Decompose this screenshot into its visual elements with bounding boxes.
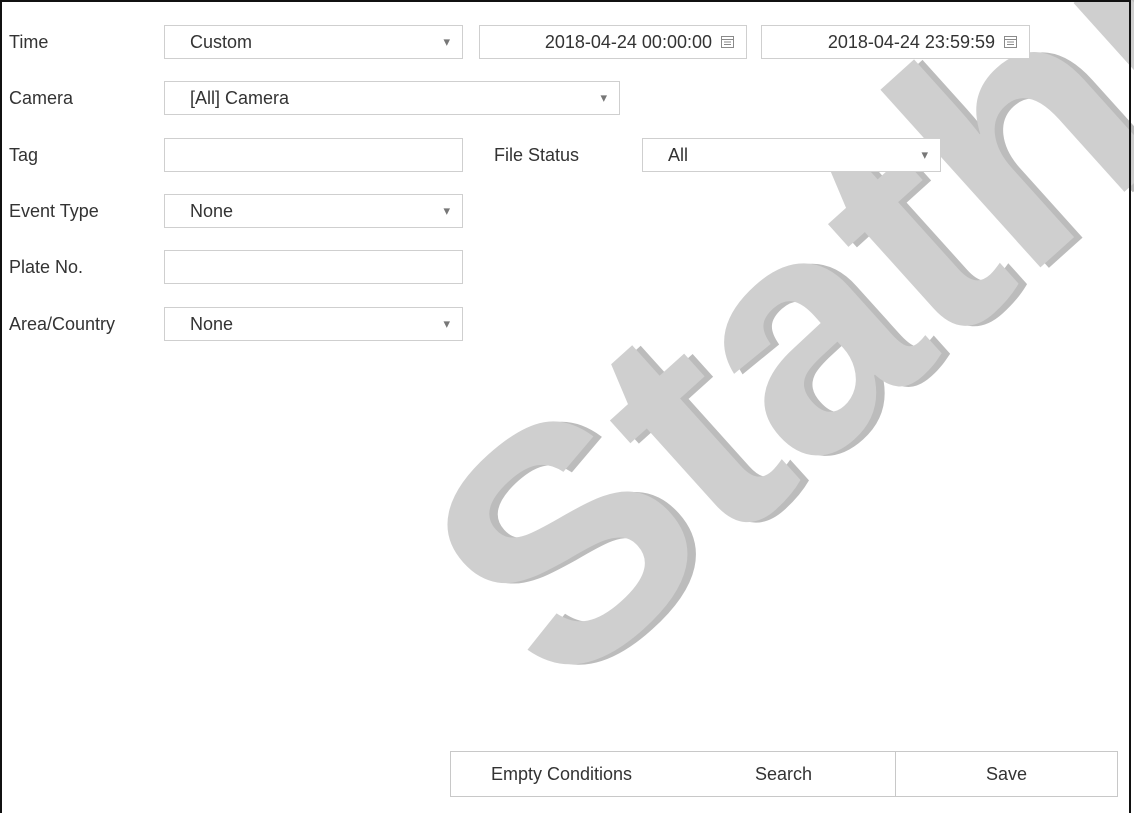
file-status-label: File Status: [494, 145, 580, 165]
calendar-icon[interactable]: [721, 36, 734, 48]
camera-select[interactable]: [All] Camera ▾: [164, 81, 620, 115]
start-time-field[interactable]: 2018-04-24 00:00:00: [479, 25, 747, 59]
empty-conditions-button[interactable]: Empty Conditions: [450, 751, 673, 797]
file-status-select[interactable]: All ▾: [642, 138, 941, 172]
area-country-value: None: [190, 314, 234, 334]
end-time-value: 2018-04-24 23:59:59: [827, 32, 995, 52]
plate-no-label: Plate No.: [9, 257, 84, 277]
area-country-label: Area/Country: [9, 314, 116, 334]
calendar-icon[interactable]: [1004, 36, 1017, 48]
chevron-down-icon: ▾: [600, 90, 607, 105]
start-time-value: 2018-04-24 00:00:00: [544, 32, 712, 52]
time-mode-value: Custom: [190, 32, 253, 52]
chevron-down-icon: ▾: [443, 34, 450, 49]
save-button[interactable]: Save: [895, 751, 1118, 797]
end-time-field[interactable]: 2018-04-24 23:59:59: [761, 25, 1030, 59]
event-type-select[interactable]: None ▾: [164, 194, 463, 228]
chevron-down-icon: ▾: [443, 203, 450, 218]
chevron-down-icon: ▾: [443, 316, 450, 331]
time-label: Time: [9, 32, 49, 52]
event-type-value: None: [190, 201, 234, 221]
search-button[interactable]: Search: [672, 751, 896, 797]
camera-label: Camera: [9, 88, 74, 108]
tag-label: Tag: [9, 145, 39, 165]
tag-input[interactable]: [164, 138, 463, 172]
time-mode-select[interactable]: Custom ▾: [164, 25, 463, 59]
chevron-down-icon: ▾: [921, 147, 928, 162]
camera-value: [All] Camera: [190, 88, 290, 108]
search-conditions-form: Time Custom ▾ 2018-04-24 00:00:00 2018-0…: [0, 0, 1134, 815]
event-type-label: Event Type: [9, 201, 99, 221]
file-status-value: All: [668, 145, 689, 165]
plate-no-input[interactable]: [164, 250, 463, 284]
area-country-select[interactable]: None ▾: [164, 307, 463, 341]
